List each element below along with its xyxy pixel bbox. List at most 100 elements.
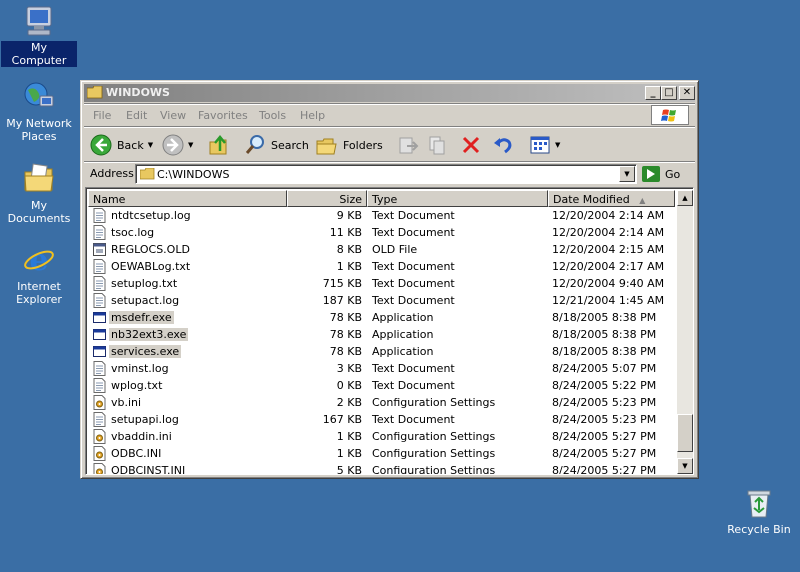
file-row[interactable]: msdefr.exe 78 KB Application 8/18/2005 8:38… <box>88 309 675 326</box>
file-row[interactable]: ODBC.INI 1 KB Configuration Settings 8/24/2… <box>88 445 675 462</box>
move-to-button[interactable] <box>397 131 419 159</box>
menu-favorites[interactable]: Favorites <box>198 109 248 122</box>
file-name-text: services.exe <box>109 345 182 358</box>
desktop-icon-label: Internet Explorer <box>16 280 62 306</box>
menu-tools[interactable]: Tools <box>259 109 286 122</box>
file-row[interactable]: setupapi.log 167 KB Text Document 8/24/2005… <box>88 411 675 428</box>
file-row[interactable]: OEWABLog.txt 1 KB Text Document 12/20/2004 … <box>88 258 675 275</box>
file-type: Text Document <box>372 226 455 239</box>
file-row[interactable]: ntdtcsetup.log 9 KB Text Document 12/20/200… <box>88 207 675 224</box>
minimize-button[interactable]: _ <box>645 86 661 100</box>
file-type: Configuration Settings <box>372 464 496 475</box>
file-row[interactable]: setuplog.txt 715 KB Text Document 12/20/200… <box>88 275 675 292</box>
file-name-text: msdefr.exe <box>109 311 174 324</box>
file-row[interactable]: services.exe 78 KB Application 8/18/2005 8:… <box>88 343 675 360</box>
column-date-header[interactable]: Date Modified ▲ <box>548 190 675 207</box>
search-button[interactable]: Search <box>244 131 309 159</box>
delete-x-icon <box>460 134 482 156</box>
file-name: setupact.log <box>109 294 181 307</box>
text-file-icon <box>93 361 106 376</box>
file-date: 12/20/2004 2:14 AM <box>552 226 665 239</box>
column-type-header[interactable]: Type <box>367 190 548 207</box>
back-button[interactable]: Back ▼ <box>90 131 153 159</box>
forward-dropdown-icon[interactable]: ▼ <box>188 141 193 149</box>
file-type: Text Document <box>372 413 455 426</box>
sort-ascending-icon: ▲ <box>639 196 646 205</box>
column-type-label: Type <box>372 193 398 206</box>
file-name: setupapi.log <box>109 413 181 426</box>
views-button[interactable]: ▼ <box>529 131 560 159</box>
file-name: wplog.txt <box>109 379 164 392</box>
file-row[interactable]: nb32ext3.exe 78 KB Application 8/18/2005 8:… <box>88 326 675 343</box>
scrollbar-thumb[interactable] <box>677 414 693 452</box>
desktop-icon-my-computer[interactable]: My Computer <box>1 4 77 67</box>
column-name-header[interactable]: Name <box>88 190 287 207</box>
file-size: 187 KB <box>322 294 362 307</box>
desktop-icon-label: Recycle Bin <box>727 523 791 536</box>
file-name-text: vbaddin.ini <box>111 430 172 443</box>
address-dropdown-button[interactable]: ▼ <box>619 166 635 182</box>
scroll-up-button[interactable]: ▲ <box>677 190 693 206</box>
text-file-icon <box>93 293 106 308</box>
column-size-header[interactable]: Size <box>287 190 367 207</box>
up-folder-icon <box>208 134 230 156</box>
file-row[interactable]: vb.ini 2 KB Configuration Settings 8/24/200… <box>88 394 675 411</box>
close-button[interactable]: ✕ <box>679 86 695 100</box>
scroll-down-button[interactable]: ▼ <box>677 458 693 474</box>
file-date: 12/20/2004 9:40 AM <box>552 277 665 290</box>
title-bar[interactable]: WINDOWS _ □ ✕ <box>84 84 695 102</box>
file-name-text: vminst.log <box>111 362 169 375</box>
file-size: 78 KB <box>329 311 362 324</box>
file-row[interactable]: ODBCINST.INI 5 KB Configuration Settings 8/… <box>88 462 675 475</box>
back-dropdown-icon[interactable]: ▼ <box>148 141 153 149</box>
text-file-icon <box>93 276 106 291</box>
chevron-down-icon: ▼ <box>624 170 630 178</box>
file-name-text: nb32ext3.exe <box>109 328 189 341</box>
file-row[interactable]: setupact.log 187 KB Text Document 12/21/200… <box>88 292 675 309</box>
delete-button[interactable] <box>460 131 482 159</box>
file-name-text: setuplog.txt <box>111 277 178 290</box>
forward-button[interactable]: ▼ <box>162 131 193 159</box>
file-date: 8/24/2005 5:23 PM <box>552 413 657 426</box>
file-size: 1 KB <box>336 260 362 273</box>
file-date: 8/24/2005 5:23 PM <box>552 396 657 409</box>
desktop-icon-my-documents[interactable]: My Documents <box>1 162 77 225</box>
file-type: Text Document <box>372 260 455 273</box>
go-button[interactable]: Go <box>642 165 680 183</box>
maximize-button[interactable]: □ <box>661 86 677 100</box>
menu-edit[interactable]: Edit <box>126 109 147 122</box>
file-type: Application <box>372 311 434 324</box>
file-name: vminst.log <box>109 362 171 375</box>
menu-file[interactable]: File <box>93 109 111 122</box>
desktop-icon-recycle-bin[interactable]: Recycle Bin <box>721 486 797 536</box>
file-name: REGLOCS.OLD <box>109 243 192 256</box>
file-row[interactable]: REGLOCS.OLD 8 KB OLD File 12/20/2004 2:15 A… <box>88 241 675 258</box>
desktop-icon-my-network-places[interactable]: My Network Places <box>1 80 77 143</box>
file-name-text: vb.ini <box>111 396 142 409</box>
application-icon <box>93 310 106 325</box>
copy-to-button[interactable] <box>427 131 449 159</box>
views-dropdown-icon[interactable]: ▼ <box>555 141 560 149</box>
folders-button[interactable]: Folders <box>316 131 383 159</box>
address-value: C:\WINDOWS <box>157 168 230 181</box>
desktop-icon-internet-explorer[interactable]: e Internet Explorer <box>1 243 77 306</box>
file-row[interactable]: tsoc.log 11 KB Text Document 12/20/2004 2:1… <box>88 224 675 241</box>
column-size-label: Size <box>339 193 362 206</box>
file-list[interactable]: Name Size Type Date Modified ▲ ntdtcsetu… <box>85 187 694 475</box>
menu-help[interactable]: Help <box>300 109 325 122</box>
go-label: Go <box>665 167 681 181</box>
desktop-icon-label: My Documents <box>7 199 71 225</box>
menu-view[interactable]: View <box>160 109 186 122</box>
config-file-icon <box>93 463 106 474</box>
text-file-icon <box>93 208 106 223</box>
up-folder-button[interactable] <box>208 131 230 159</box>
file-row[interactable]: vbaddin.ini 1 KB Configuration Settings 8/2… <box>88 428 675 445</box>
file-name-text: wplog.txt <box>111 379 163 392</box>
file-row[interactable]: wplog.txt 0 KB Text Document 8/24/2005 5:22… <box>88 377 675 394</box>
undo-button[interactable] <box>492 131 514 159</box>
file-row[interactable]: vminst.log 3 KB Text Document 8/24/2005 5:0… <box>88 360 675 377</box>
address-input[interactable]: C:\WINDOWS ▼ <box>135 164 637 184</box>
file-name-text: ntdtcsetup.log <box>111 209 191 222</box>
vertical-scrollbar[interactable]: ▲ ▼ <box>677 190 693 474</box>
file-type: Configuration Settings <box>372 447 496 460</box>
